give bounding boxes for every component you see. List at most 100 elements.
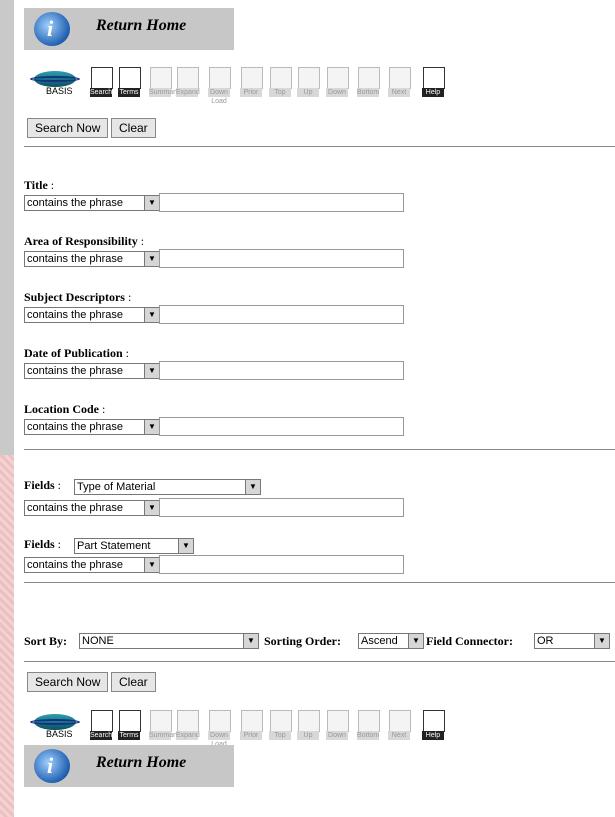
- down-button[interactable]: Down: [326, 710, 349, 740]
- next-icon: [389, 67, 411, 89]
- search-button[interactable]: Search: [90, 67, 113, 97]
- toolbar-button-label: Up: [297, 731, 319, 740]
- field-1-input[interactable]: [159, 498, 404, 517]
- up-icon: [298, 67, 320, 89]
- chevron-down-icon: ▼: [144, 196, 159, 210]
- up-button[interactable]: Up: [297, 67, 320, 97]
- field-connector-label: Field Connector:: [426, 634, 513, 648]
- divider: [24, 582, 615, 583]
- clear-button-bottom[interactable]: Clear: [111, 672, 156, 692]
- date-input[interactable]: [159, 361, 404, 380]
- toolbar-button-label: Next: [388, 88, 410, 97]
- fields-label-1: Fields :: [24, 478, 62, 492]
- field-2-input[interactable]: [159, 555, 404, 574]
- chevron-down-icon: ▼: [144, 501, 159, 515]
- summary-icon: [150, 67, 172, 89]
- search-icon: [91, 710, 113, 732]
- prior-button[interactable]: Prior: [240, 67, 263, 97]
- area-operator-select[interactable]: contains the phrase ▼: [24, 251, 160, 267]
- bottom-button[interactable]: Bottom: [357, 710, 380, 740]
- toolbar-button-label: Down Load: [208, 731, 230, 748]
- next-button[interactable]: Next: [388, 67, 411, 97]
- download-icon: [209, 67, 231, 89]
- toolbar-button-label: Down Load: [208, 88, 230, 105]
- prior-button[interactable]: Prior: [240, 710, 263, 740]
- toolbar-button-label: Down: [326, 731, 348, 740]
- clear-button[interactable]: Clear: [111, 118, 156, 138]
- next-button[interactable]: Next: [388, 710, 411, 740]
- location-operator-select[interactable]: contains the phrase ▼: [24, 419, 160, 435]
- toolbar-button-label: Down: [326, 88, 348, 97]
- return-home-link-bottom[interactable]: i Return Home: [24, 745, 234, 787]
- search-now-button[interactable]: Search Now: [27, 118, 109, 138]
- top-button[interactable]: Top: [269, 710, 292, 740]
- field-label-area-of-responsibility: Area of Responsibility :: [24, 234, 145, 248]
- toolbar-button-label: Prior: [240, 88, 262, 97]
- expand-button[interactable]: Expand: [176, 67, 200, 97]
- basis-label: BASIS: [46, 86, 73, 96]
- left-sidebar: [0, 0, 14, 817]
- basis-logo-icon[interactable]: BASIS: [30, 710, 80, 740]
- search-now-button-bottom[interactable]: Search Now: [27, 672, 109, 692]
- toolbar-button-label: Top: [269, 88, 291, 97]
- expand-button[interactable]: Expand: [176, 710, 200, 740]
- return-home-label: Return Home: [96, 17, 187, 34]
- date-operator-select[interactable]: contains the phrase ▼: [24, 363, 160, 379]
- chevron-down-icon: ▼: [144, 364, 159, 378]
- toolbar-button-label: Terms: [118, 731, 140, 740]
- bottom-icon: [358, 67, 380, 89]
- toolbar-button-label: Top: [269, 731, 291, 740]
- field-2-operator-select[interactable]: contains the phrase ▼: [24, 557, 160, 573]
- field-connector-select[interactable]: OR ▼: [534, 633, 610, 649]
- bottom-button[interactable]: Bottom: [357, 67, 380, 97]
- sorting-order-label: Sorting Order:: [264, 634, 341, 648]
- top-button[interactable]: Top: [269, 67, 292, 97]
- location-input[interactable]: [159, 417, 404, 436]
- field-select-1[interactable]: Type of Material ▼: [74, 479, 261, 495]
- help-button[interactable]: Help: [422, 710, 445, 740]
- subject-input[interactable]: [159, 305, 404, 324]
- summary-button[interactable]: Summary: [149, 710, 179, 740]
- prior-icon: [241, 67, 263, 89]
- toolbar-button-label: Summary: [149, 88, 179, 97]
- return-home-link-top[interactable]: i Return Home: [24, 8, 234, 50]
- toolbar-button-label: Up: [297, 88, 319, 97]
- basis-logo-icon[interactable]: BASIS: [30, 67, 80, 97]
- area-input[interactable]: [159, 249, 404, 268]
- basis-label: BASIS: [46, 729, 73, 739]
- title-input[interactable]: [159, 193, 404, 212]
- download-button[interactable]: Down Load: [208, 710, 231, 748]
- sort-by-select[interactable]: NONE ▼: [79, 633, 259, 649]
- chevron-down-icon: ▼: [243, 634, 258, 648]
- chevron-down-icon: ▼: [245, 480, 260, 494]
- down-button[interactable]: Down: [326, 67, 349, 97]
- download-button[interactable]: Down Load: [208, 67, 231, 105]
- chevron-down-icon: ▼: [144, 308, 159, 322]
- toolbar-button-label: Help: [422, 731, 444, 740]
- field-1-operator-select[interactable]: contains the phrase ▼: [24, 500, 160, 516]
- toolbar-button-label: Summary: [149, 731, 179, 740]
- terms-button[interactable]: Terms: [118, 710, 141, 740]
- help-button[interactable]: Help: [422, 67, 445, 97]
- field-select-2[interactable]: Part Statement ▼: [74, 538, 194, 554]
- chevron-down-icon: ▼: [144, 558, 159, 572]
- fields-label-2: Fields :: [24, 537, 62, 551]
- expand-icon: [177, 710, 199, 732]
- next-icon: [389, 710, 411, 732]
- search-button[interactable]: Search: [90, 710, 113, 740]
- divider: [24, 449, 615, 450]
- summary-button[interactable]: Summary: [149, 67, 179, 97]
- toolbar-button-label: Next: [388, 731, 410, 740]
- chevron-down-icon: ▼: [144, 252, 159, 266]
- sort-by-label: Sort By:: [24, 634, 67, 648]
- toolbar-button-label: Search: [90, 88, 113, 97]
- title-operator-select[interactable]: contains the phrase ▼: [24, 195, 160, 211]
- top-icon: [270, 710, 292, 732]
- bottom-icon: [358, 710, 380, 732]
- return-home-label: Return Home: [96, 754, 187, 771]
- subject-operator-select[interactable]: contains the phrase ▼: [24, 307, 160, 323]
- info-globe-icon: i: [34, 12, 70, 46]
- sorting-order-select[interactable]: Ascend ▼: [358, 633, 424, 649]
- terms-button[interactable]: Terms: [118, 67, 141, 97]
- up-button[interactable]: Up: [297, 710, 320, 740]
